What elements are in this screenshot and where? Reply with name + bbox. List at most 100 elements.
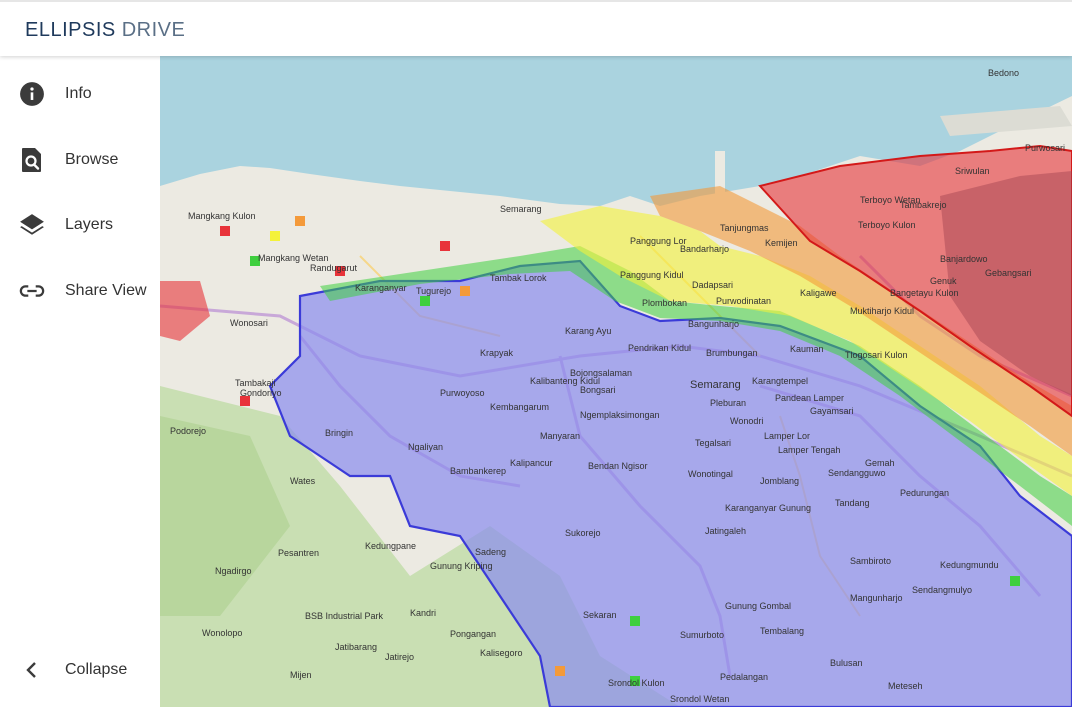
sidebar-item-layers[interactable]: Layers [0, 205, 160, 245]
map-label: Sendangmulyo [912, 585, 972, 595]
sidebar-item-label: Share View [65, 282, 147, 299]
map-label: Banjardowo [940, 254, 988, 264]
map-label: Brumbungan [706, 348, 758, 358]
map-label: Terboyo Kulon [858, 220, 916, 230]
map-label: Kaligawe [800, 288, 837, 298]
map-canvas[interactable]: Bedono Purwosari Sriwulan Terboyo Kulon … [160, 56, 1072, 707]
map-label: Tegalsari [695, 438, 731, 448]
map-label: Pesantren [278, 548, 319, 558]
map-label: Tembalang [760, 626, 804, 636]
map-label: Tambakaji [235, 378, 276, 388]
map-label: Mangkang Kulon [188, 211, 256, 221]
map-label: Tambakrejo [900, 200, 947, 210]
map-label: Dadapsari [692, 280, 733, 290]
map-label: Pandean Lamper [775, 393, 844, 403]
link-icon [19, 278, 45, 304]
map-label: Wonodri [730, 416, 763, 426]
logo-ellipsis-text: ELLIPSIS [25, 19, 116, 41]
map-label: Tambak Lorok [490, 273, 547, 283]
map-label: Purwoyoso [440, 388, 485, 398]
map-label: Podorejo [170, 426, 206, 436]
map-label: Wonolopo [202, 628, 242, 638]
map-label: Bulusan [830, 658, 863, 668]
map-label: Gemah [865, 458, 895, 468]
map-label: Gondoriyo [240, 388, 282, 398]
map-label: Bandarharjo [680, 244, 729, 254]
map-label: Lamper Tengah [778, 445, 840, 455]
map-label: Wonosari [230, 318, 268, 328]
map-label: Mangunharjo [850, 593, 903, 603]
map-label: Tlogosari Kulon [845, 350, 908, 360]
map-label: Pleburan [710, 398, 746, 408]
map-label: Gunung Kriping [430, 561, 493, 571]
sidebar-item-label: Browse [65, 151, 119, 168]
sidebar-item-label: Layers [65, 216, 114, 233]
map-label: Kedungpane [365, 541, 416, 551]
map-label: Pendrikan Kidul [628, 343, 691, 353]
map-label: Kemijen [765, 238, 798, 248]
map-label: Bangunharjo [688, 319, 739, 329]
map-label: Karang Ayu [565, 326, 611, 336]
map-label: Purwosari [1025, 143, 1065, 153]
map-label: Jatirejo [385, 652, 414, 662]
map-label: Lamper Lor [764, 431, 810, 441]
map-label: Sumurboto [680, 630, 724, 640]
map-label: Karangtempel [752, 376, 808, 386]
map-label: Jatingaleh [705, 526, 746, 536]
map-label: Pedalangan [720, 672, 768, 682]
layers-icon [19, 212, 45, 238]
map-label: Gebangsari [985, 268, 1032, 278]
map-label: Bongsari [580, 385, 616, 395]
info-icon [19, 81, 45, 107]
map-label: Kalipancur [510, 458, 553, 468]
map-label: Bangetayu Kulon [890, 288, 959, 298]
map-view[interactable]: Bedono Purwosari Sriwulan Terboyo Kulon … [160, 56, 1072, 707]
map-label: Randugarut [310, 263, 358, 273]
map-label: Purwodinatan [716, 296, 771, 306]
map-label: Panggung Kidul [620, 270, 684, 280]
sidebar: Info Browse Layers Share View Collapse [0, 56, 160, 707]
map-label: Sriwulan [955, 166, 990, 176]
map-label: Semarang [500, 204, 542, 214]
map-label: Kandri [410, 608, 436, 618]
map-label: BSB Industrial Park [305, 611, 384, 621]
map-label: Semarang [690, 379, 741, 391]
map-label: Sekaran [583, 610, 617, 620]
map-label: Muktiharjo Kidul [850, 306, 914, 316]
map-label: Bambankerep [450, 466, 506, 476]
map-label: Panggung Lor [630, 236, 687, 246]
map-label: Manyaran [540, 431, 580, 441]
map-label: Pedurungan [900, 488, 949, 498]
map-label: Jomblang [760, 476, 799, 486]
top-bar: ELLIPSIS DRIVE [0, 0, 1072, 56]
chevron-left-icon [19, 657, 45, 683]
map-label: Sukorejo [565, 528, 601, 538]
map-label: Wonotingal [688, 469, 733, 479]
map-label: Karanganyar Gunung [725, 503, 811, 513]
map-label: Tanjungmas [720, 223, 769, 233]
map-label: Pongangan [450, 629, 496, 639]
map-label: Ngemplaksimongan [580, 410, 660, 420]
map-label: Kembangarum [490, 402, 549, 412]
sidebar-item-info[interactable]: Info [0, 74, 160, 114]
ellipsis-drive-logo[interactable]: ELLIPSIS DRIVE [25, 19, 185, 42]
map-label: Wates [290, 476, 316, 486]
map-label: Sendangguwo [828, 468, 886, 478]
map-label: Bringin [325, 428, 353, 438]
sidebar-item-label: Info [65, 85, 92, 102]
sidebar-item-share-view[interactable]: Share View [0, 271, 160, 311]
map-label: Ngaliyan [408, 442, 443, 452]
map-label: Kalisegoro [480, 648, 523, 658]
map-label: Jatibarang [335, 642, 377, 652]
map-label: Karanganyar [355, 283, 407, 293]
map-label: Sadeng [475, 547, 506, 557]
browse-icon [19, 147, 45, 173]
sidebar-item-browse[interactable]: Browse [0, 140, 160, 180]
map-label: Gunung Gombal [725, 601, 791, 611]
map-label: Tandang [835, 498, 870, 508]
map-label: Ngadirgo [215, 566, 252, 576]
map-label: Mangkang Wetan [258, 253, 328, 263]
map-label: Genuk [930, 276, 957, 286]
logo-drive-text: DRIVE [121, 19, 186, 41]
collapse-button[interactable]: Collapse [0, 650, 160, 690]
